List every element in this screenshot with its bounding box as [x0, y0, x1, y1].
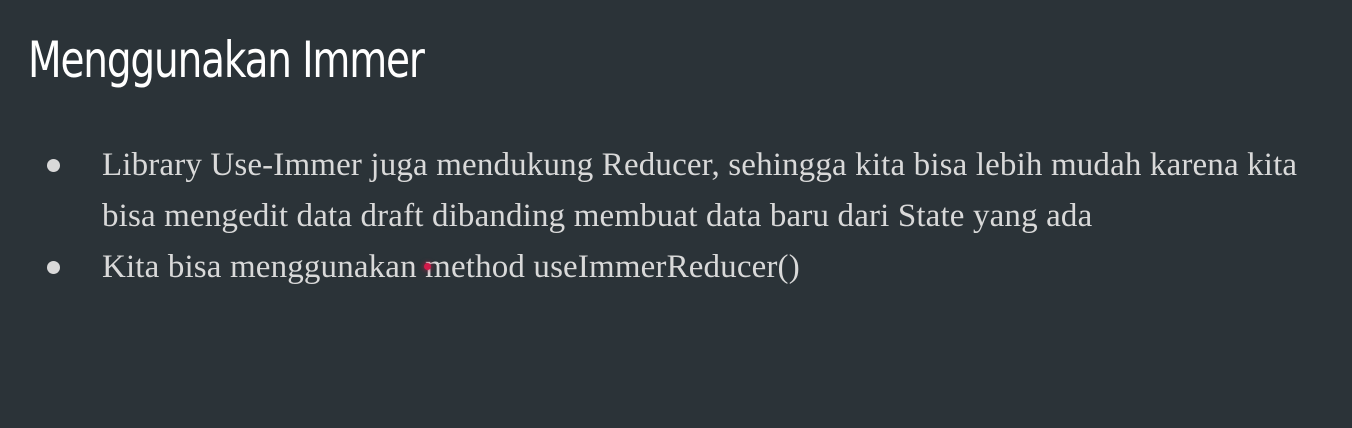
bullet-text: Library Use-Immer juga mendukung Reducer… — [102, 147, 1298, 234]
bullet-item: Library Use-Immer juga mendukung Reducer… — [44, 140, 1324, 242]
bullet-list: Library Use-Immer juga mendukung Reducer… — [44, 140, 1324, 293]
bullet-item: Kita bisa menggunakan method useImmerRed… — [44, 242, 1324, 293]
laser-pointer-icon — [424, 263, 431, 270]
presentation-slide: Menggunakan Immer Library Use-Immer juga… — [0, 0, 1352, 428]
slide-title: Menggunakan Immer — [28, 31, 425, 89]
bullet-dot-icon — [47, 159, 60, 172]
bullet-text: Kita bisa menggunakan method useImmerRed… — [102, 249, 800, 285]
bullet-dot-icon — [47, 261, 60, 274]
